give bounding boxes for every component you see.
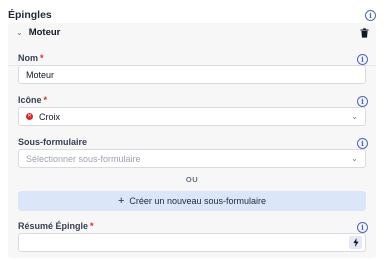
pin-title: Moteur xyxy=(28,27,61,38)
summary-label: Résumé Épingle * xyxy=(18,221,94,231)
subform-label: Sous-formulaire xyxy=(18,137,88,147)
icon-select[interactable]: ✕ Croix ⌄ xyxy=(18,107,366,126)
section-title: Épingles xyxy=(8,9,52,21)
pin-panel: ⌄ Moteur Nom * i Moteur Icône * i ✕ Croix … xyxy=(8,23,376,258)
chevron-down-icon: ⌄ xyxy=(351,154,358,163)
name-label: Nom * xyxy=(18,53,44,63)
summary-input[interactable] xyxy=(18,233,366,252)
pins-header: Épingles i xyxy=(8,6,376,24)
x-circle-icon: ✕ xyxy=(26,113,33,120)
trash-icon[interactable] xyxy=(360,27,369,38)
name-value: Moteur xyxy=(26,69,55,80)
create-subform-button[interactable]: + Créer un nouveau sous-formulaire xyxy=(18,191,366,211)
name-input[interactable]: Moteur xyxy=(18,65,366,84)
info-icon[interactable]: i xyxy=(357,138,368,149)
icon-select-value: Croix xyxy=(39,111,61,122)
chevron-down-icon[interactable]: ⌄ xyxy=(16,28,23,37)
info-icon[interactable]: i xyxy=(357,54,368,65)
chevron-down-icon: ⌄ xyxy=(351,112,358,121)
plus-icon: + xyxy=(117,194,125,207)
subform-placeholder: Sélectionner sous-formulaire xyxy=(26,153,141,164)
info-icon[interactable]: i xyxy=(357,96,368,107)
pin-panel-toggle[interactable]: ⌄ Moteur xyxy=(16,27,60,38)
lightning-bolt-icon[interactable] xyxy=(349,236,362,249)
info-icon[interactable]: i xyxy=(357,222,368,233)
or-separator: OU xyxy=(185,175,199,184)
icon-label: Icône * xyxy=(18,95,48,105)
create-subform-label: Créer un nouveau sous-formulaire xyxy=(129,196,266,206)
info-icon[interactable]: i xyxy=(365,9,376,21)
pins-editor: Épingles i ⌄ Moteur Nom * i Moteur Icône * xyxy=(0,0,384,262)
pin-panel-header[interactable]: ⌄ Moteur xyxy=(8,23,376,42)
subform-select[interactable]: Sélectionner sous-formulaire ⌄ xyxy=(18,149,366,168)
